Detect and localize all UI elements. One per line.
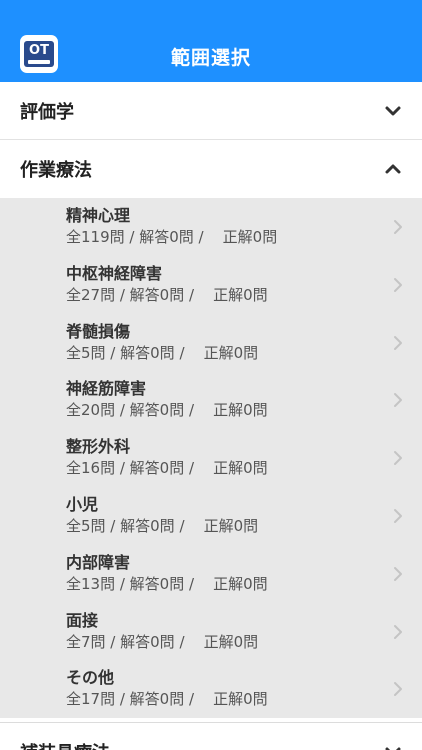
chevron-right-icon [394,624,402,639]
list-item-title: 内部障害 [66,552,131,572]
section-header-evaluation[interactable]: 評価学 [0,82,422,140]
list-item[interactable]: その他 全17問 / 解答0問 / 正解0問 [0,660,422,718]
list-item-title: 精神心理 [66,206,131,225]
subcategory-list: 精神心理 全119問 / 解答0問 / 正解0問 中枢神経障害 全27問 / 解… [0,198,422,719]
app-logo-underline [28,60,50,64]
list-item-stats: 全119問 / 解答0問 / 正解0問 [66,228,278,246]
chevron-right-icon [394,220,402,234]
list-item[interactable]: 面接 全7問 / 解答0問 / 正解0問 [0,603,422,661]
app-logo-badge: OT [24,41,54,67]
list-item[interactable]: 神経筋障害 全20問 / 解答0問 / 正解0問 [0,371,422,429]
list-item[interactable]: 精神心理 全119問 / 解答0問 / 正解0問 [0,198,422,256]
list-item-stats: 全13問 / 解答0問 / 正解0問 [66,574,268,593]
chevron-right-icon [394,508,402,523]
list-item[interactable]: 中枢神経障害 全27問 / 解答0問 / 正解0問 [0,256,422,314]
chevron-right-icon [394,335,402,350]
list-item[interactable]: 整形外科 全16問 / 解答0問 / 正解0問 [0,429,422,487]
section-title: 評価学 [20,101,74,123]
app-logo-icon: OT [20,35,58,73]
list-item-stats: 全16問 / 解答0問 / 正解0問 [66,459,268,478]
list-item[interactable]: 小児 全5問 / 解答0問 / 正解0問 [0,487,422,545]
list-item-title: 面接 [66,610,99,630]
chevron-right-icon [394,393,402,408]
list-item-title: その他 [66,668,115,688]
list-item-stats: 全5問 / 解答0問 / 正解0問 [66,343,259,362]
section-title: 作業療法 [20,160,92,181]
section-header-occupational-therapy[interactable]: 作業療法 [0,140,422,198]
nav-bar: OT 範囲選択 [0,30,422,82]
chevron-right-icon [394,682,402,697]
list-item-stats: 全7問 / 解答0問 / 正解0問 [66,632,259,651]
chevron-down-icon [385,747,401,750]
chevron-down-icon [385,106,401,115]
list-item-title: 神経筋障害 [66,379,147,399]
list-item-title: 整形外科 [66,437,131,457]
list-item[interactable]: 脊髄損傷 全5問 / 解答0問 / 正解0問 [0,314,422,372]
section-header-orthotics[interactable]: 補装具療法 [0,722,422,750]
list-item-title: 中枢神経障害 [66,263,163,283]
list-item-stats: 全5問 / 解答0問 / 正解0問 [66,516,259,535]
status-bar [0,0,422,30]
list-item-stats: 全17問 / 解答0問 / 正解0問 [66,690,268,709]
app-logo-text: OT [29,43,49,58]
section-title: 補装具療法 [20,739,110,750]
list-item-stats: 全27問 / 解答0問 / 正解0問 [66,285,268,304]
page-title: 範囲選択 [170,46,251,69]
chevron-right-icon [394,277,402,292]
chevron-up-icon [385,164,401,174]
list-item-title: 小児 [66,494,99,514]
list-item-title: 脊髄損傷 [66,321,131,341]
list-item[interactable]: 内部障害 全13問 / 解答0問 / 正解0問 [0,545,422,603]
chevron-right-icon [394,451,402,466]
list-item-stats: 全20問 / 解答0問 / 正解0問 [66,401,268,420]
chevron-right-icon [394,566,402,581]
